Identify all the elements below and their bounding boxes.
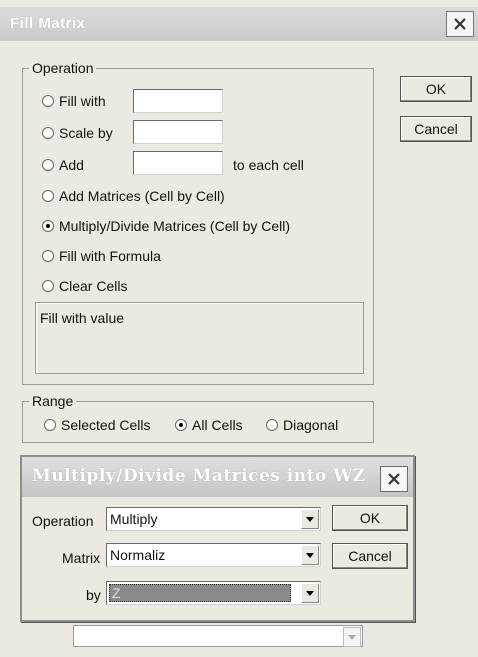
radio-button[interactable] — [42, 190, 54, 202]
radio-button[interactable] — [42, 159, 54, 171]
radio-all-cells[interactable]: All Cells — [175, 417, 243, 433]
by-dropdown[interactable]: Z — [106, 581, 321, 605]
operation-label: Operation — [32, 513, 94, 529]
range-legend: Range — [29, 393, 77, 409]
radio-button[interactable] — [42, 127, 54, 139]
multiply-divide-dialog: Multiply/Divide Matrices into WZ Operati… — [20, 455, 415, 622]
description-text: Fill with value — [40, 310, 125, 326]
close-icon — [388, 473, 400, 485]
operation-legend: Operation — [29, 60, 97, 76]
radio-button[interactable] — [42, 95, 54, 107]
dialog-title: Fill Matrix — [10, 15, 86, 32]
radio-multiply-divide[interactable]: Multiply/Divide Matrices (Cell by Cell) — [42, 218, 290, 234]
chevron-down-icon — [306, 552, 314, 558]
chevron-down-icon — [348, 634, 356, 640]
operation-dropdown[interactable]: Multiply — [106, 507, 321, 531]
title-bar[interactable]: Fill Matrix — [0, 7, 478, 41]
radio-scale-by[interactable]: Scale by — [42, 125, 113, 141]
radio-label: Fill with — [59, 93, 106, 109]
close-button[interactable] — [446, 11, 474, 37]
description-box: Fill with value — [35, 302, 364, 374]
scale-by-input[interactable] — [133, 120, 223, 144]
radio-label: Diagonal — [283, 417, 339, 433]
chevron-down-icon — [306, 590, 314, 596]
radio-label: All Cells — [192, 417, 243, 433]
add-suffix-label: to each cell — [233, 157, 304, 173]
radio-selected-cells[interactable]: Selected Cells — [44, 417, 151, 433]
cancel-button[interactable]: Cancel — [400, 116, 472, 142]
sub-close-button[interactable] — [380, 466, 408, 492]
sub-cancel-button[interactable]: Cancel — [332, 543, 408, 569]
sub-ok-button[interactable]: OK — [332, 505, 408, 531]
radio-button-checked[interactable] — [175, 419, 187, 431]
operation-value: Multiply — [110, 511, 158, 527]
by-label: by — [86, 587, 101, 603]
radio-label: Multiply/Divide Matrices (Cell by Cell) — [59, 218, 291, 234]
matrix-label: Matrix — [62, 550, 101, 566]
ok-button[interactable]: OK — [400, 76, 472, 102]
by-value: Z — [112, 585, 121, 601]
sub-dialog-title: Multiply/Divide Matrices into WZ — [32, 466, 366, 486]
close-icon — [454, 18, 466, 30]
radio-label: Clear Cells — [59, 278, 128, 294]
radio-button[interactable] — [266, 419, 278, 431]
radio-fill-formula[interactable]: Fill with Formula — [42, 248, 161, 264]
radio-label: Scale by — [59, 125, 113, 141]
matrix-value: Normaliz — [110, 547, 166, 563]
radio-label: Selected Cells — [61, 417, 151, 433]
radio-label: Add — [59, 157, 84, 173]
radio-button[interactable] — [42, 280, 54, 292]
radio-button[interactable] — [44, 419, 56, 431]
selected-highlight: Z — [109, 584, 291, 602]
radio-label: Fill with Formula — [59, 248, 161, 264]
radio-fill-with[interactable]: Fill with — [42, 93, 106, 109]
sub-title-bar[interactable]: Multiply/Divide Matrices into WZ — [22, 457, 413, 497]
radio-label: Add Matrices (Cell by Cell) — [59, 188, 225, 204]
radio-add-matrices[interactable]: Add Matrices (Cell by Cell) — [42, 188, 225, 204]
dropdown-button[interactable] — [301, 583, 319, 603]
add-input[interactable] — [133, 151, 223, 175]
hidden-dropdown[interactable] — [73, 625, 363, 647]
radio-diagonal[interactable]: Diagonal — [266, 417, 338, 433]
fill-with-input[interactable] — [133, 89, 223, 113]
dropdown-button[interactable] — [301, 509, 319, 529]
matrix-dropdown[interactable]: Normaliz — [106, 543, 321, 567]
radio-button[interactable] — [42, 250, 54, 262]
radio-clear-cells[interactable]: Clear Cells — [42, 278, 127, 294]
chevron-down-icon — [306, 516, 314, 522]
radio-button-checked[interactable] — [42, 220, 54, 232]
radio-add[interactable]: Add — [42, 157, 84, 173]
dropdown-button[interactable] — [301, 545, 319, 565]
dropdown-button[interactable] — [343, 627, 361, 647]
